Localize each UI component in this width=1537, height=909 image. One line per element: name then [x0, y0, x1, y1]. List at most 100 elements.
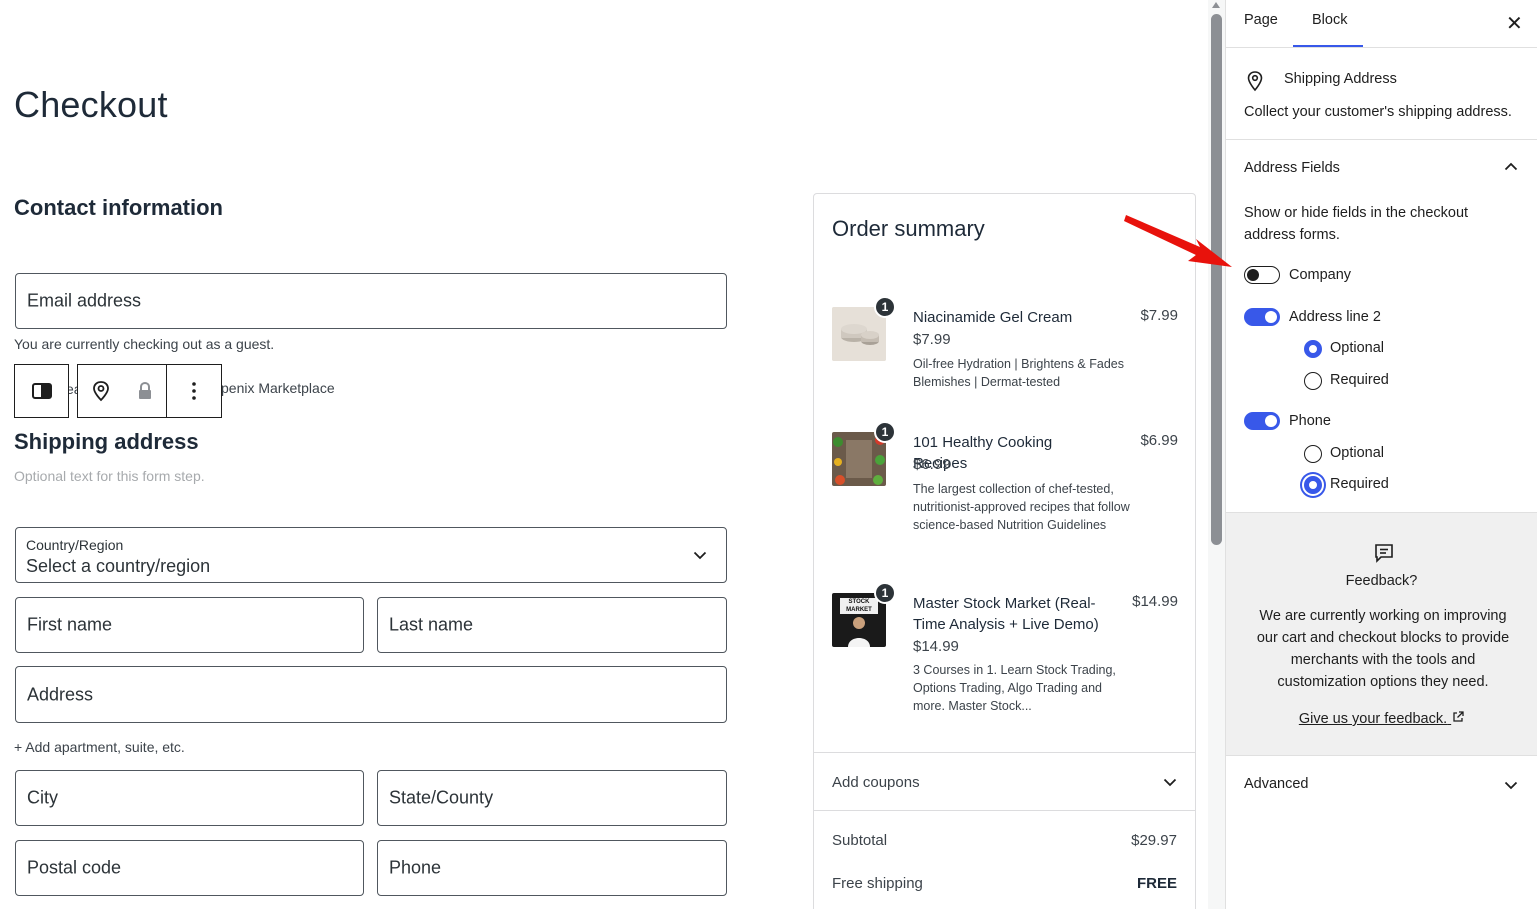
add-apartment-link[interactable]: + Add apartment, suite, etc.: [14, 739, 185, 755]
summary-divider: [814, 810, 1195, 811]
phone-optional-label: Optional: [1330, 445, 1385, 461]
address-line2-optional-label: Optional: [1330, 340, 1385, 356]
city-label: City: [27, 787, 58, 808]
phone-optional-radio[interactable]: [1304, 445, 1322, 463]
toggle-knob: [1265, 311, 1277, 323]
summary-divider: [814, 752, 1195, 753]
quantity-badge: 1: [874, 582, 896, 604]
tab-page[interactable]: Page: [1244, 12, 1278, 28]
phone-toggle[interactable]: [1244, 412, 1280, 430]
email-field[interactable]: Email address: [15, 273, 727, 329]
item-total-price: $6.99: [1140, 432, 1178, 449]
chevron-down-icon: [693, 551, 707, 560]
hidden-text-partial-right: penix Marketplace: [221, 380, 335, 396]
item-description: 3 Courses in 1. Learn Stock Trading, Opt…: [913, 663, 1116, 713]
postal-code-label: Postal code: [27, 857, 122, 878]
advanced-panel-toggle[interactable]: Advanced: [1244, 776, 1309, 792]
phone-field[interactable]: Phone: [377, 840, 727, 896]
feedback-link[interactable]: Give us your feedback.: [1226, 711, 1537, 727]
order-item: STOCK MARKET 1 Master Stock Market (Real…: [832, 582, 1178, 733]
order-summary: Order summary 1 Niacinamide Gel Cream $7…: [813, 193, 1196, 909]
shipping-optional-text[interactable]: Optional text for this form step.: [14, 468, 205, 484]
canvas-scrollbar[interactable]: [1208, 0, 1225, 909]
guest-note: You are currently checking out as a gues…: [14, 336, 275, 352]
email-field-label: Email address: [27, 290, 142, 311]
item-total-price: $7.99: [1140, 307, 1178, 324]
block-location-lock-group[interactable]: [77, 364, 167, 418]
item-description: Oil-free Hydration | Brightens & Fades B…: [913, 357, 1124, 389]
scroll-thumb[interactable]: [1211, 14, 1222, 545]
phone-required-radio[interactable]: [1304, 476, 1322, 494]
company-label: Company: [1289, 267, 1352, 283]
order-item: 1 Niacinamide Gel Cream $7.99 $7.99 Oil-…: [832, 296, 1178, 407]
settings-sidebar: Page Block ✕ Shipping Address Collect yo…: [1225, 0, 1537, 909]
page-title: Checkout: [14, 84, 168, 125]
item-total-price: $14.99: [1132, 593, 1178, 610]
annotation-arrow-icon: [1124, 215, 1232, 267]
close-icon[interactable]: ✕: [1506, 11, 1523, 36]
address-line2-toggle[interactable]: [1244, 308, 1280, 326]
shipping-value: FREE: [1136, 875, 1177, 892]
lock-icon: [138, 381, 151, 399]
location-pin-icon: [92, 381, 109, 402]
city-field[interactable]: City: [15, 770, 364, 826]
phone-toggle-label: Phone: [1289, 413, 1331, 429]
item-unit-price: $7.99: [913, 331, 951, 348]
first-name-label: First name: [27, 614, 113, 635]
sidebar-tabs: Page Block ✕: [1226, 0, 1537, 48]
address-line2-required-radio[interactable]: [1304, 372, 1322, 390]
order-item: 1 101 Healthy Cooking Recipes $6.99 $6.9…: [832, 421, 1178, 562]
country-region-label: Country/Region: [26, 537, 124, 553]
contact-information-heading: Contact information: [14, 195, 223, 220]
block-options-button[interactable]: [166, 364, 222, 418]
quantity-badge: 1: [874, 421, 896, 443]
active-tab-indicator: [1293, 45, 1363, 47]
external-link-icon: [1453, 711, 1464, 722]
block-type-button[interactable]: [14, 364, 69, 418]
location-pin-icon: [1247, 71, 1263, 92]
address-fields-panel-toggle[interactable]: Address Fields: [1244, 160, 1340, 176]
address-fields-description: Show or hide fields in the checkout addr…: [1244, 205, 1469, 243]
block-title: Shipping Address: [1284, 71, 1397, 87]
item-name: Niacinamide Gel Cream: [913, 309, 1073, 326]
company-toggle[interactable]: [1244, 266, 1280, 284]
feedback-title: Feedback?: [1345, 573, 1418, 589]
phone-label: Phone: [389, 857, 442, 878]
block-card: Shipping Address Collect your customer's…: [1226, 48, 1537, 140]
columns-icon: [31, 383, 52, 399]
tab-block[interactable]: Block: [1312, 12, 1347, 28]
editor-canvas: Checkout Contact information Email addre…: [0, 0, 1208, 909]
chevron-down-icon[interactable]: [1504, 781, 1518, 790]
feedback-link-text: Give us your feedback.: [1298, 711, 1448, 727]
chevron-up-icon[interactable]: [1504, 162, 1518, 171]
state-county-label: State/County: [389, 787, 494, 808]
add-coupons-toggle[interactable]: Add coupons: [832, 774, 1177, 791]
address-field[interactable]: Address: [15, 666, 727, 723]
more-vertical-icon: [192, 382, 196, 400]
last-name-label: Last name: [389, 614, 474, 635]
quantity-badge: 1: [874, 296, 896, 318]
add-coupons-label: Add coupons: [832, 774, 920, 791]
first-name-field[interactable]: First name: [15, 597, 364, 653]
shipping-label: Free shipping: [832, 875, 923, 892]
address-line2-label: Address line 2: [1289, 309, 1381, 325]
scroll-up-arrow-icon[interactable]: [1212, 2, 1220, 8]
postal-code-field[interactable]: Postal code: [15, 840, 364, 896]
country-region-value: Select a country/region: [26, 556, 211, 576]
shipping-address-heading: Shipping address: [14, 429, 199, 454]
last-name-field[interactable]: Last name: [377, 597, 727, 653]
item-name: Master Stock Market (Real-Time Analysis …: [913, 595, 1099, 633]
subtotal-label: Subtotal: [832, 832, 888, 849]
state-county-field[interactable]: State/County: [377, 770, 727, 826]
comment-icon: [1375, 544, 1393, 563]
order-summary-title: Order summary: [832, 216, 985, 241]
phone-required-label: Required: [1330, 476, 1389, 492]
item-unit-price: $14.99: [913, 638, 959, 655]
country-region-select[interactable]: Country/Region Select a country/region: [15, 527, 727, 583]
address-line2-optional-radio[interactable]: [1304, 340, 1322, 358]
toggle-knob: [1247, 269, 1259, 281]
address-label: Address: [27, 684, 94, 704]
subtotal-value: $29.97: [1131, 832, 1177, 849]
toggle-knob: [1265, 415, 1277, 427]
address-line2-required-label: Required: [1330, 372, 1389, 388]
